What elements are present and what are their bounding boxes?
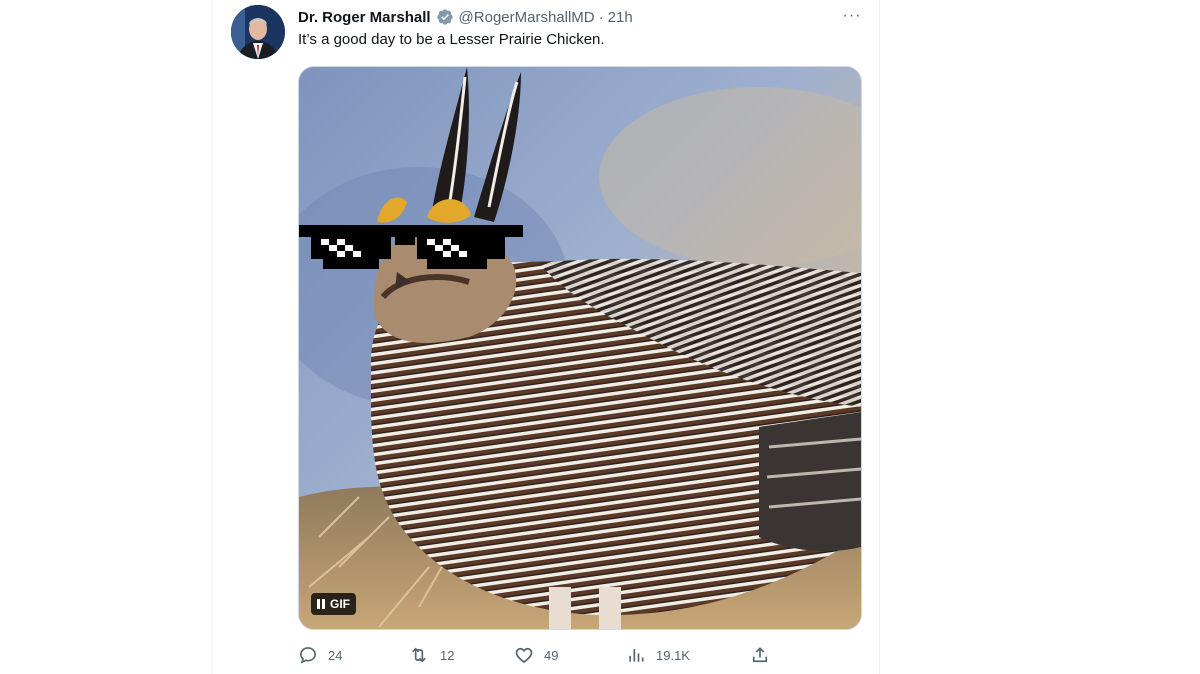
retweet-count: 12 [440,647,455,663]
like-button[interactable]: 49 [514,643,558,667]
more-options-icon[interactable]: ··· [838,5,866,27]
reply-count: 24 [328,647,343,663]
verified-badge-icon[interactable] [436,8,454,26]
reply-button[interactable]: 24 [298,643,342,667]
author-name[interactable]: Dr. Roger Marshall [298,9,431,26]
retweet-icon [412,647,426,663]
pause-icon[interactable] [317,599,325,609]
tweet-header: Dr. Roger Marshall @RogerMarshallMD · 21… [298,6,633,28]
author-avatar[interactable] [231,5,285,59]
like-count: 49 [544,647,559,663]
reply-icon [300,647,316,664]
prairie-chicken-image [299,67,861,629]
header-separator: · [598,8,604,26]
heart-icon [515,647,533,664]
author-handle[interactable]: @RogerMarshallMD [459,9,595,26]
avatar-portrait [231,5,285,59]
gif-label: GIF [330,597,350,611]
tweet-text: It’s a good day to be a Lesser Prairie C… [298,31,605,48]
share-button[interactable] [750,643,770,667]
retweet-button[interactable]: 12 [408,643,454,667]
analytics-icon [629,649,644,662]
gif-playback-badge[interactable]: GIF [311,593,356,615]
views-button[interactable]: 19.1K [626,643,690,667]
tweet-media-gif[interactable]: GIF [298,66,862,630]
view-count: 19.1K [656,647,690,663]
tweet-timestamp[interactable]: 21h [608,9,633,26]
share-icon [752,647,768,663]
